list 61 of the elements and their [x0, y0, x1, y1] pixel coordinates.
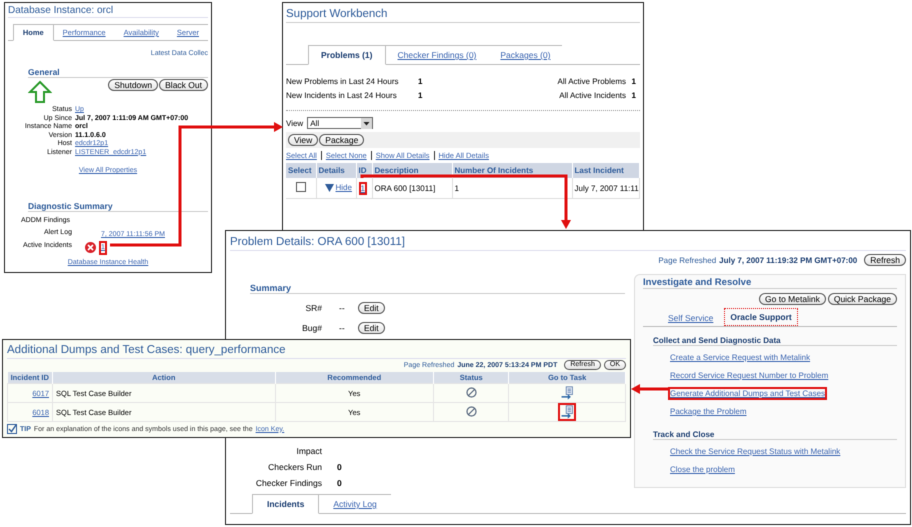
tab[interactable]: Checker Findings (0) — [386, 45, 488, 64]
window-title: Support Workbench — [286, 5, 640, 23]
section-heading: Collect and Send Diagnostic Data — [653, 336, 897, 346]
action-button[interactable]: View — [288, 134, 318, 146]
stat-value: 1 — [417, 91, 424, 100]
section-heading: Summary — [250, 283, 625, 294]
edit-button[interactable]: Edit — [358, 322, 385, 334]
view-label: View — [286, 118, 304, 128]
window-title: Database Instance: orcl — [8, 5, 208, 18]
stat-label: New Incidents in Last 24 Hours — [286, 91, 398, 100]
field-label: SR# — [304, 303, 322, 313]
table-cell: July 7, 2007 11:11 — [572, 178, 640, 198]
action-button[interactable]: Go to Metalink — [759, 293, 826, 305]
window-title: Problem Details: ORA 600 [13011] — [230, 233, 906, 251]
tab[interactable]: Packages (0) — [488, 45, 562, 64]
refresh-button[interactable]: Refresh — [864, 254, 906, 266]
field-value: 0 — [337, 462, 342, 474]
hide-link[interactable]: Hide — [336, 182, 352, 192]
refreshed-time: July 7, 2007 11:19:32 PM GMT+07:00 — [719, 256, 858, 264]
tab[interactable]: Problems (1) — [308, 45, 386, 65]
table-cell: ORA 600 [13011] — [372, 178, 452, 198]
tab[interactable]: Self Service — [663, 310, 718, 326]
tab[interactable]: Activity Log — [319, 494, 391, 513]
action-button[interactable]: Quick Package — [828, 293, 897, 305]
stat-value: 1 — [630, 77, 637, 86]
task-link[interactable]: Create a Service Request with Metalink — [668, 351, 812, 364]
window-title: Additional Dumps and Test Cases: query_performance — [7, 341, 626, 359]
column-header: Select — [286, 163, 316, 178]
tab[interactable]: Incidents — [252, 494, 320, 514]
section-heading: Track and Close — [653, 430, 897, 440]
field-value: -- — [338, 323, 346, 333]
action-button[interactable]: Black Out — [159, 79, 208, 91]
field-label: Checker Findings — [254, 478, 322, 490]
action-button[interactable]: Shutdown — [108, 79, 158, 91]
tab[interactable]: Oracle Support — [724, 308, 798, 326]
refreshed-label: Page Refreshed — [658, 256, 716, 264]
task-link[interactable]: Close the problem — [668, 463, 737, 476]
stat-label: All Active Problems — [556, 77, 626, 86]
action-button[interactable]: Package — [319, 134, 364, 146]
task-link[interactable]: Record Service Request Number to Problem — [668, 369, 830, 382]
id-link[interactable]: 1 — [358, 182, 367, 194]
stat-value: 1 — [630, 91, 637, 100]
field-label: Checkers Run — [267, 462, 322, 474]
task-link[interactable]: Package the Problem — [668, 405, 748, 418]
field-value: -- — [338, 303, 346, 313]
column-header: Details — [316, 163, 356, 178]
task-link[interactable]: Generate Additional Dumps and Test Cases — [668, 387, 828, 400]
field-value: 0 — [337, 478, 342, 490]
stat-label: All Active Incidents — [558, 91, 626, 100]
field-label: Impact — [295, 446, 322, 458]
column-header: Last Incident — [572, 163, 640, 178]
edit-button[interactable]: Edit — [358, 302, 385, 314]
section-heading: General — [28, 67, 208, 78]
section-heading: Diagnostic Summary — [28, 201, 208, 212]
view-select[interactable]: All — [307, 117, 374, 129]
table-cell: 1 — [452, 178, 572, 198]
field-label: Bug# — [301, 323, 322, 333]
stat-label: New Problems in Last 24 Hours — [286, 77, 400, 86]
panel-title: Investigate and Resolve — [643, 277, 897, 289]
task-link[interactable]: Check the Service Request Status with Metalink — [668, 445, 842, 458]
stat-value: 1 — [417, 77, 424, 86]
